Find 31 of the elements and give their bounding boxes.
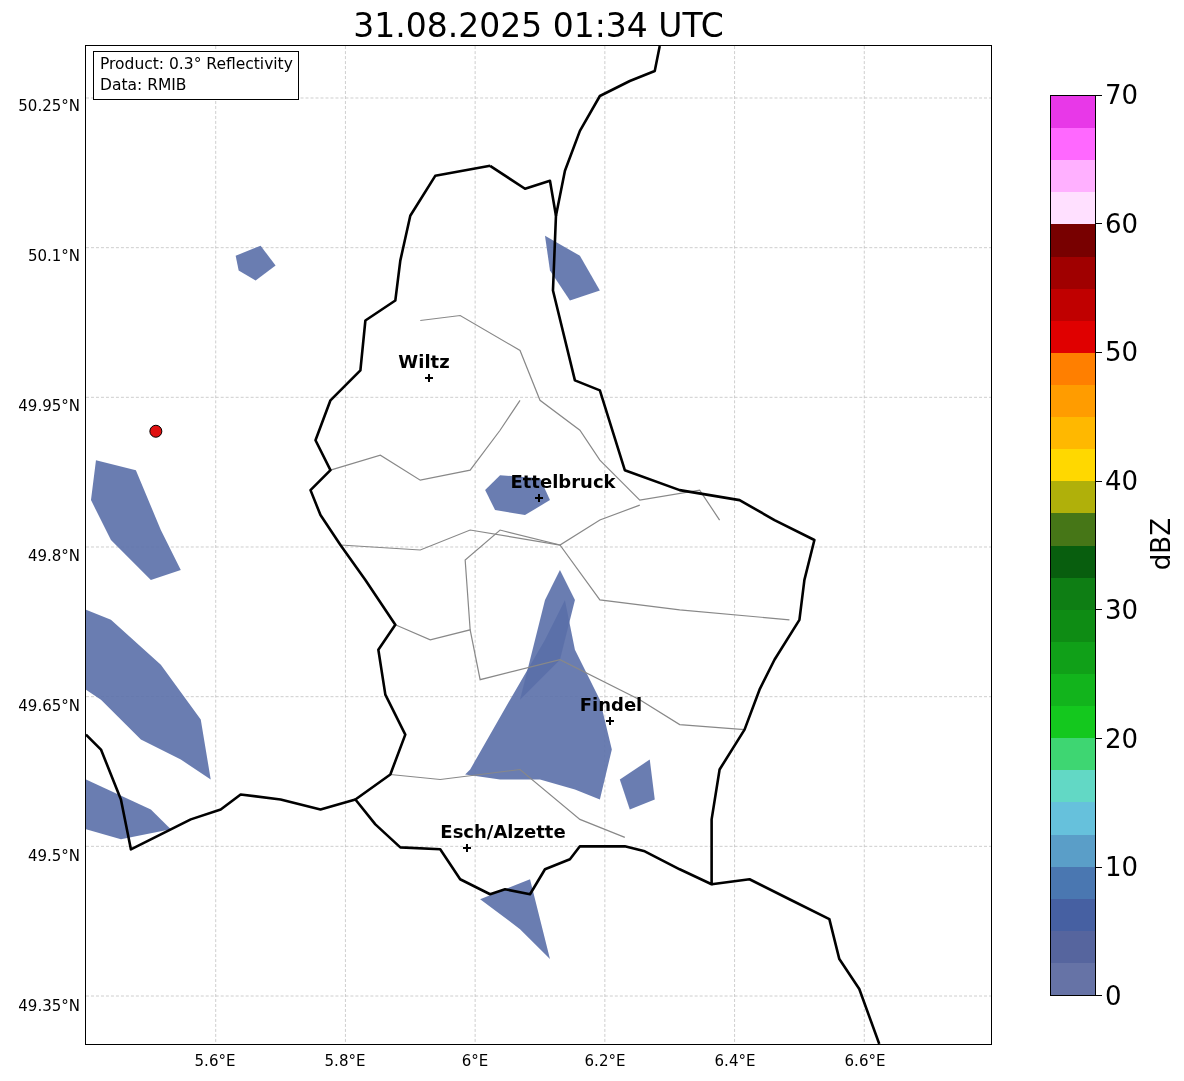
city-marker-icon [606, 717, 614, 725]
city-marker-icon [463, 844, 471, 852]
axis-tick-label: 49.95°N [18, 397, 80, 415]
city-label: Esch/Alzette [440, 823, 566, 841]
color-scale-title: dBZ [1146, 518, 1177, 571]
axis-tick-label: 49.65°N [18, 697, 80, 715]
axis-tick-label: 6.6°E [844, 1052, 886, 1070]
axis-tick-label: 5.6°E [194, 1052, 236, 1070]
color-scale-tick-label: 20 [1105, 723, 1139, 754]
chart-title: 31.08.2025 01:34 UTC [352, 5, 725, 45]
city-marker-icon [425, 374, 433, 382]
color-scale-tick-label: 70 [1105, 80, 1139, 110]
color-scale-tick-label: 40 [1105, 466, 1139, 497]
axis-tick-label: 6.2°E [584, 1052, 626, 1070]
color-scale-tick-label: 50 [1105, 337, 1139, 368]
axis-tick-label: 49.35°N [18, 997, 80, 1015]
axis-tick-label: 49.8°N [27, 547, 80, 565]
color-scale-tick-label: 60 [1105, 208, 1139, 239]
color-scale-tick-label: 10 [1105, 852, 1139, 883]
axis-tick-label: 49.5°N [27, 847, 80, 865]
axis-tick-label: 50.25°N [18, 97, 80, 115]
info-text: Product: 0.3° Reflectivity [100, 54, 293, 75]
axis-tick-label: 6.4°E [714, 1052, 756, 1070]
color-scale-tick-label: 0 [1105, 980, 1122, 1011]
axis-tick-label: 6°E [461, 1052, 489, 1070]
city-marker-icon [535, 494, 543, 502]
axis-tick-label: 50.1°N [27, 247, 80, 265]
city-label: Wiltz [398, 353, 450, 371]
color-scale-tick-label: 30 [1105, 594, 1139, 625]
info-text: Data: RMIB [100, 75, 188, 96]
axis-tick-label: 5.8°E [324, 1052, 366, 1070]
